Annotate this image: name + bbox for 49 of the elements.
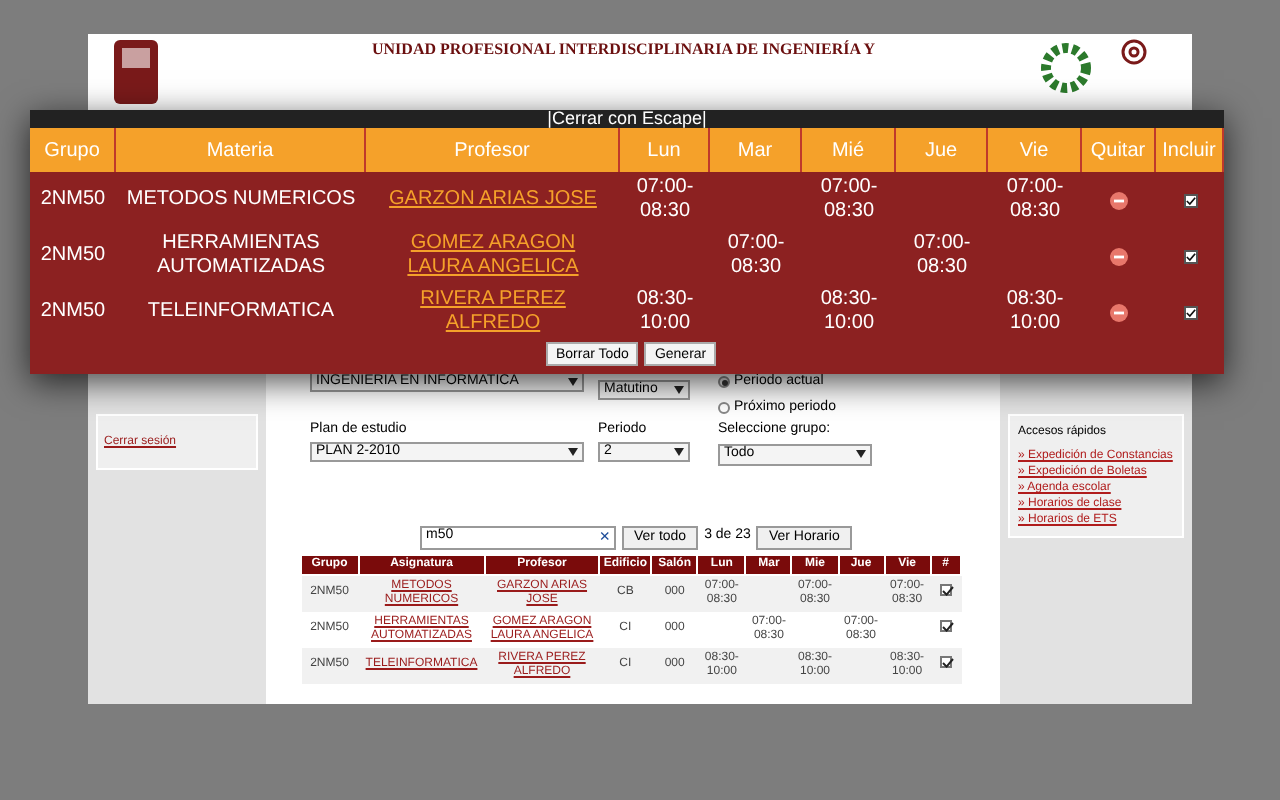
time-slot: 08:30-10:00 — [620, 288, 710, 336]
remove-icon[interactable] — [1110, 303, 1128, 321]
column-header: Materia — [116, 128, 366, 172]
subject-name: METODOS NUMERICOS — [126, 188, 356, 212]
professor-link[interactable]: GOMEZ ARAGON LAURA ANGELICA — [366, 232, 620, 280]
leaf-logo-icon — [1040, 42, 1092, 94]
time-slot: 08:30-10:00 — [988, 288, 1082, 336]
column-header: Incluir — [1156, 128, 1224, 172]
group-code: 2NM50 — [40, 244, 106, 268]
dropdown-caret-icon — [568, 378, 578, 386]
time-slot: 07:00-08:30 — [710, 232, 802, 280]
institution-title: UNIDAD PROFESIONAL INTERDISCIPLINARIA DE INGENIERÍA Y — [372, 38, 876, 62]
dropdown-caret-icon — [856, 450, 866, 458]
column-header: Mar — [710, 128, 802, 172]
checkbox[interactable] — [939, 619, 952, 631]
remove-icon[interactable] — [1110, 191, 1128, 209]
remove-icon[interactable] — [1110, 247, 1128, 265]
checkbox[interactable] — [939, 655, 952, 667]
professor-link[interactable]: GARZON ARIAS JOSE — [373, 188, 613, 212]
close-hint[interactable]: |Cerrar con Escape| — [547, 110, 707, 128]
dropdown-caret-icon — [674, 448, 684, 456]
group-code: 2NM50 — [40, 300, 106, 324]
column-header: Grupo — [30, 128, 116, 172]
dropdown-caret-icon — [568, 448, 578, 456]
column-header: Profesor — [366, 128, 620, 172]
column-header: Lun — [620, 128, 710, 172]
at-sign-icon — [1120, 38, 1148, 66]
group-code: 2NM50 — [40, 188, 106, 212]
professor-link[interactable]: RIVERA PEREZ ALFREDO — [366, 288, 620, 336]
include-checkbox[interactable] — [1183, 305, 1197, 319]
time-slot: 07:00-08:30 — [620, 176, 710, 224]
time-slot: 07:00-08:30 — [988, 176, 1082, 224]
checkbox[interactable] — [939, 583, 952, 595]
emblem-logo-icon — [110, 36, 162, 108]
include-checkbox[interactable] — [1183, 249, 1197, 263]
radio-button[interactable] — [718, 376, 730, 389]
dropdown-caret-icon — [674, 386, 684, 394]
column-header: Jue — [896, 128, 988, 172]
time-slot: 07:00-08:30 — [802, 176, 896, 224]
subject-name: TELEINFORMATICA — [147, 300, 335, 324]
column-header: Mié — [802, 128, 896, 172]
include-checkbox[interactable] — [1183, 193, 1197, 207]
subject-name: HERRAMIENTAS AUTOMATIZADAS — [154, 232, 328, 280]
column-header: Vie — [988, 128, 1082, 172]
clear-search-button[interactable]: × — [599, 528, 610, 546]
time-slot: 08:30-10:00 — [802, 288, 896, 336]
column-header: Quitar — [1082, 128, 1156, 172]
time-slot: 07:00-08:30 — [896, 232, 988, 280]
radio-button[interactable] — [718, 401, 730, 414]
